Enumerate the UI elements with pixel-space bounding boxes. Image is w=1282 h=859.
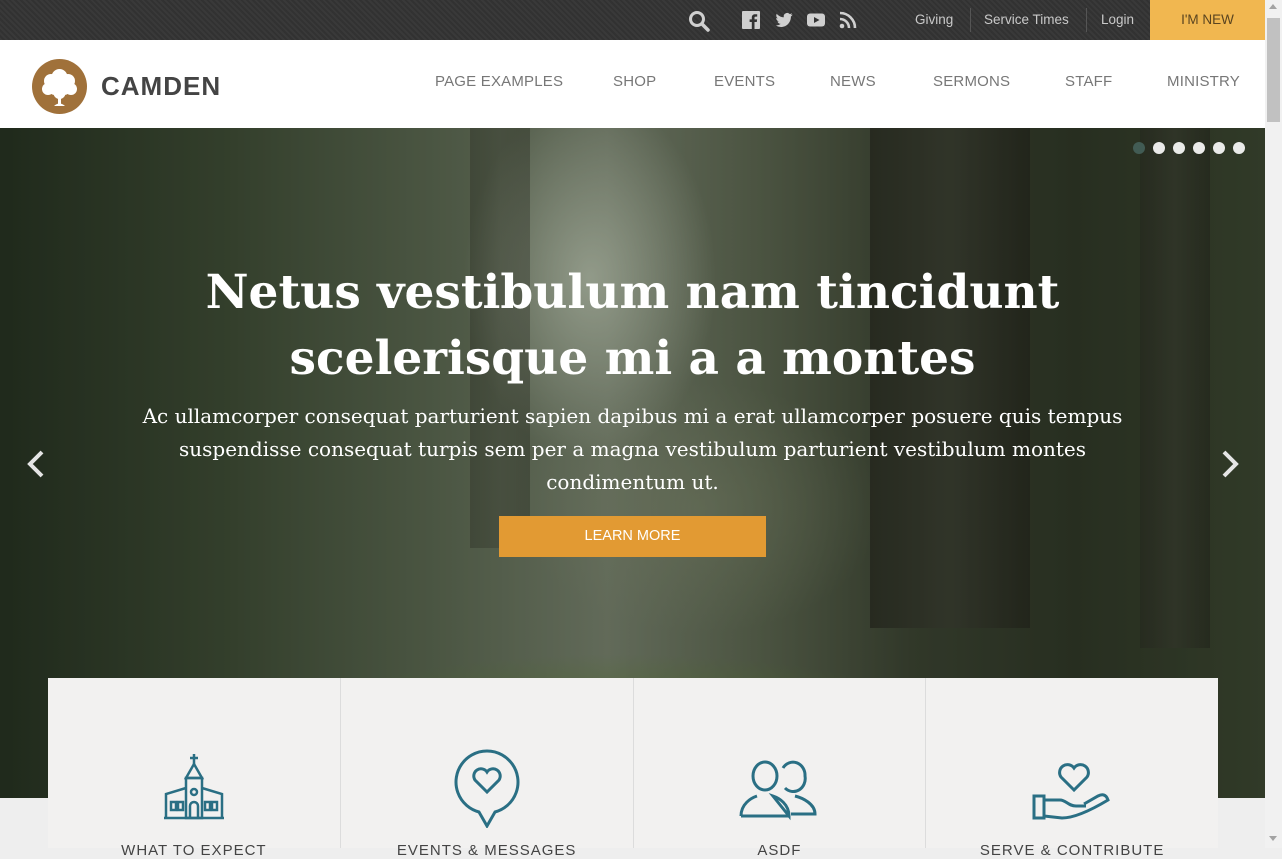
- slider-dot[interactable]: [1153, 142, 1165, 154]
- divider: [970, 8, 971, 32]
- tree-icon[interactable]: [32, 59, 87, 114]
- giving-link[interactable]: Giving: [915, 0, 953, 40]
- nav-staff[interactable]: STAFF: [1065, 73, 1112, 90]
- im-new-button[interactable]: I'M NEW: [1150, 0, 1265, 40]
- slider-dot[interactable]: [1233, 142, 1245, 154]
- nav-news[interactable]: NEWS: [830, 73, 876, 90]
- heart-bubble-icon: [454, 749, 520, 828]
- feature-label: SERVE & CONTRIBUTE: [979, 842, 1165, 859]
- people-icon: [739, 760, 817, 821]
- hero-title: Netus vestibulum nam tincidunt scelerisq…: [205, 265, 1060, 386]
- slider-dot[interactable]: [1213, 142, 1225, 154]
- top-bar: Giving Service Times Login I'M NEW: [0, 0, 1265, 40]
- learn-more-button[interactable]: LEARN MORE: [499, 516, 766, 557]
- slider-dots: [1133, 142, 1245, 154]
- divider: [1086, 8, 1087, 32]
- nav-sermons[interactable]: SERMONS: [933, 73, 1010, 90]
- hero-description: Ac ullamcorper consequat parturient sapi…: [142, 404, 1123, 494]
- feature-events-messages[interactable]: EVENTS & MESSAGES: [341, 678, 634, 859]
- slider-dot[interactable]: [1133, 142, 1145, 154]
- slider-dot[interactable]: [1173, 142, 1185, 154]
- nav-events[interactable]: EVENTS: [714, 73, 775, 90]
- site-header: CAMDEN PAGE EXAMPLES SHOP EVENTS NEWS SE…: [0, 40, 1265, 128]
- feature-serve-contribute[interactable]: SERVE & CONTRIBUTE: [926, 678, 1218, 859]
- chevron-right-icon[interactable]: [1218, 446, 1242, 482]
- youtube-icon[interactable]: [807, 11, 825, 29]
- feature-label: EVENTS & MESSAGES: [396, 842, 577, 859]
- nav-page-examples[interactable]: PAGE EXAMPLES: [435, 73, 563, 90]
- feature-what-to-expect[interactable]: WHAT TO EXPECT: [48, 678, 341, 859]
- search-icon[interactable]: [688, 10, 710, 32]
- feature-label: WHAT TO EXPECT: [121, 842, 267, 859]
- feature-label: ASDF: [757, 842, 802, 859]
- church-icon: [163, 754, 224, 820]
- service-times-link[interactable]: Service Times: [984, 0, 1069, 40]
- feature-boxes: WHAT TO EXPECT EVENTS & MESSAGES ASDF SE…: [48, 678, 1218, 859]
- feature-asdf[interactable]: ASDF: [634, 678, 927, 859]
- hand-heart-icon: [1032, 763, 1110, 820]
- twitter-icon[interactable]: [775, 11, 793, 29]
- login-link[interactable]: Login: [1101, 0, 1134, 40]
- nav-ministry[interactable]: MINISTRY: [1167, 73, 1240, 90]
- chevron-left-icon[interactable]: [24, 446, 48, 482]
- rss-icon[interactable]: [839, 11, 857, 29]
- facebook-icon[interactable]: [742, 11, 760, 29]
- nav-shop[interactable]: SHOP: [613, 73, 656, 90]
- slider-dot[interactable]: [1193, 142, 1205, 154]
- scroll-thumb[interactable]: [1267, 18, 1280, 122]
- scroll-down-arrow[interactable]: [1269, 836, 1277, 841]
- site-logo-text[interactable]: CAMDEN: [101, 71, 221, 102]
- scroll-up-arrow[interactable]: [1269, 4, 1277, 9]
- page-scrollbar[interactable]: [1265, 0, 1282, 848]
